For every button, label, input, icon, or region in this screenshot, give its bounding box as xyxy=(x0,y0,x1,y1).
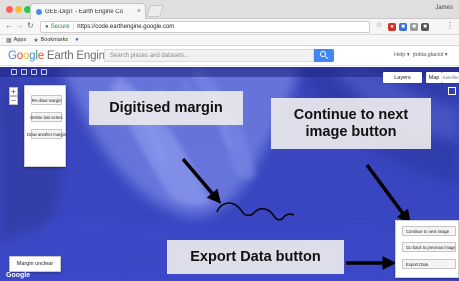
bookmark-apps-label: Apps xyxy=(13,37,27,43)
user-account-menu[interactable]: jtobia.glaciol ▾ xyxy=(413,52,448,58)
map-type-button[interactable]: Map xyxy=(426,72,442,83)
forward-arrow-icon[interactable]: → xyxy=(16,21,24,30)
browser-tab-bar: GEE-DigiT - Earth Engine Co × James xyxy=(0,0,459,19)
tab-title: GEE-DigiT - Earth Engine Co xyxy=(45,8,123,15)
extension-blue-icon[interactable]: ■ xyxy=(399,23,407,31)
draw-another-margin-button[interactable]: Draw another margin xyxy=(27,129,66,139)
image-navigation-panel: Continue to next image Go back to previo… xyxy=(395,220,459,278)
bookmarks-bar: ▦ Apps ★ Bookmarks ● xyxy=(0,35,459,46)
continue-button-annotation: Continue to next image button xyxy=(271,98,431,149)
browser-menu-icon[interactable]: ⋮ xyxy=(446,21,454,30)
extension-red-icon[interactable]: ● xyxy=(388,23,396,31)
polygon-draw-icon[interactable] xyxy=(41,69,47,75)
search-input[interactable]: Search places and datasets... xyxy=(104,49,314,62)
favicon-icon xyxy=(36,8,42,15)
pan-hand-icon[interactable] xyxy=(11,69,17,75)
bookmark-bookmarks[interactable]: ★ Bookmarks xyxy=(33,37,68,44)
address-bar-row: ← → ↻ ● Secure | https://code.earthengin… xyxy=(0,19,459,35)
continue-arrow xyxy=(365,163,411,225)
tab-close-icon[interactable]: × xyxy=(137,8,141,15)
google-map-watermark: Google xyxy=(6,272,31,279)
export-data-button[interactable]: Export Data xyxy=(402,259,456,269)
bookmark-folder[interactable]: ● xyxy=(75,37,81,43)
satellite-type-button[interactable]: Satellite xyxy=(442,72,459,83)
redraw-margin-button[interactable]: Re-draw margin xyxy=(31,95,62,105)
margin-tools-panel: Re-draw margin Delete last vertex Draw a… xyxy=(24,85,66,167)
point-marker-icon[interactable] xyxy=(21,69,27,75)
minimize-window-icon[interactable] xyxy=(15,6,22,13)
apps-grid-icon: ▦ xyxy=(6,37,12,44)
logo-letter: G xyxy=(8,50,17,62)
earth-engine-header: Google Earth Engine Search places and da… xyxy=(0,46,459,66)
bookmark-bookmarks-label: Bookmarks xyxy=(40,37,69,43)
digitised-margin-annotation: Digitised margin xyxy=(89,91,243,125)
map-view[interactable]: + − Layers Map Satellite Re-draw margin … xyxy=(0,67,459,281)
close-window-icon[interactable] xyxy=(6,6,13,13)
delete-last-vertex-button[interactable]: Delete last vertex xyxy=(30,112,63,122)
url-text: https://code.earthengine.google.com xyxy=(77,24,175,30)
bookmark-star-icon[interactable]: ☆ xyxy=(376,21,382,29)
new-tab-button[interactable] xyxy=(146,5,164,17)
search-button[interactable] xyxy=(314,49,334,62)
digitised-margin-line xyxy=(216,202,295,221)
continue-to-next-image-button[interactable]: Continue to next image xyxy=(402,226,456,236)
back-arrow-icon[interactable]: ← xyxy=(5,21,13,30)
browser-user-name[interactable]: James xyxy=(435,5,453,11)
export-button-annotation: Export Data button xyxy=(167,240,344,274)
url-separator: | xyxy=(72,24,75,30)
secure-label: Secure xyxy=(50,24,70,30)
bookmark-apps[interactable]: ▦ Apps xyxy=(6,37,26,44)
line-draw-icon[interactable] xyxy=(31,69,37,75)
margin-unclear-button[interactable]: Margin unclear xyxy=(9,256,61,272)
zoom-out-button[interactable]: − xyxy=(9,96,18,105)
go-back-to-previous-image-button[interactable]: Go back to previous image xyxy=(402,242,456,252)
search-placeholder: Search places and datasets... xyxy=(110,52,190,59)
folder-icon: ● xyxy=(75,37,79,43)
google-earth-engine-logo[interactable]: Google Earth Engine xyxy=(8,50,111,62)
search-icon-handle xyxy=(324,56,329,60)
lock-icon: ● xyxy=(45,24,49,30)
star-icon: ★ xyxy=(33,37,39,44)
logo-suffix: Earth Engine xyxy=(43,50,112,62)
extension-dark-icon[interactable]: ■ xyxy=(421,23,429,31)
help-menu[interactable]: Help ▾ xyxy=(394,52,410,58)
fullscreen-icon[interactable] xyxy=(448,87,456,95)
browser-tab[interactable]: GEE-DigiT - Earth Engine Co × xyxy=(30,3,146,19)
url-input[interactable]: ● Secure | https://code.earthengine.goog… xyxy=(40,21,370,33)
extension-grey-icon[interactable]: ■ xyxy=(410,23,418,31)
reload-icon[interactable]: ↻ xyxy=(27,21,34,30)
zoom-in-button[interactable]: + xyxy=(9,87,18,96)
layers-button[interactable]: Layers xyxy=(383,72,422,83)
